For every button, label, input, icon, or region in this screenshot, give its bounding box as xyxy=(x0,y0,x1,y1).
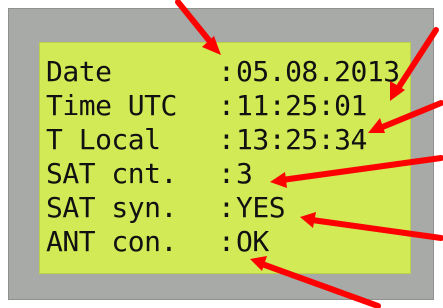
arrow-sat-sync-icon xyxy=(300,212,443,241)
annotation-arrows xyxy=(175,0,443,308)
arrow-time-local-icon xyxy=(368,100,443,133)
arrow-antenna-icon xyxy=(250,256,381,308)
arrow-date-icon xyxy=(175,0,221,55)
arrow-sat-count-icon xyxy=(270,155,443,188)
arrow-time-utc-icon xyxy=(390,27,439,101)
screenshot-frame: Date : 05.08.2013 Time UTC : 11:25:01 T … xyxy=(0,0,443,308)
